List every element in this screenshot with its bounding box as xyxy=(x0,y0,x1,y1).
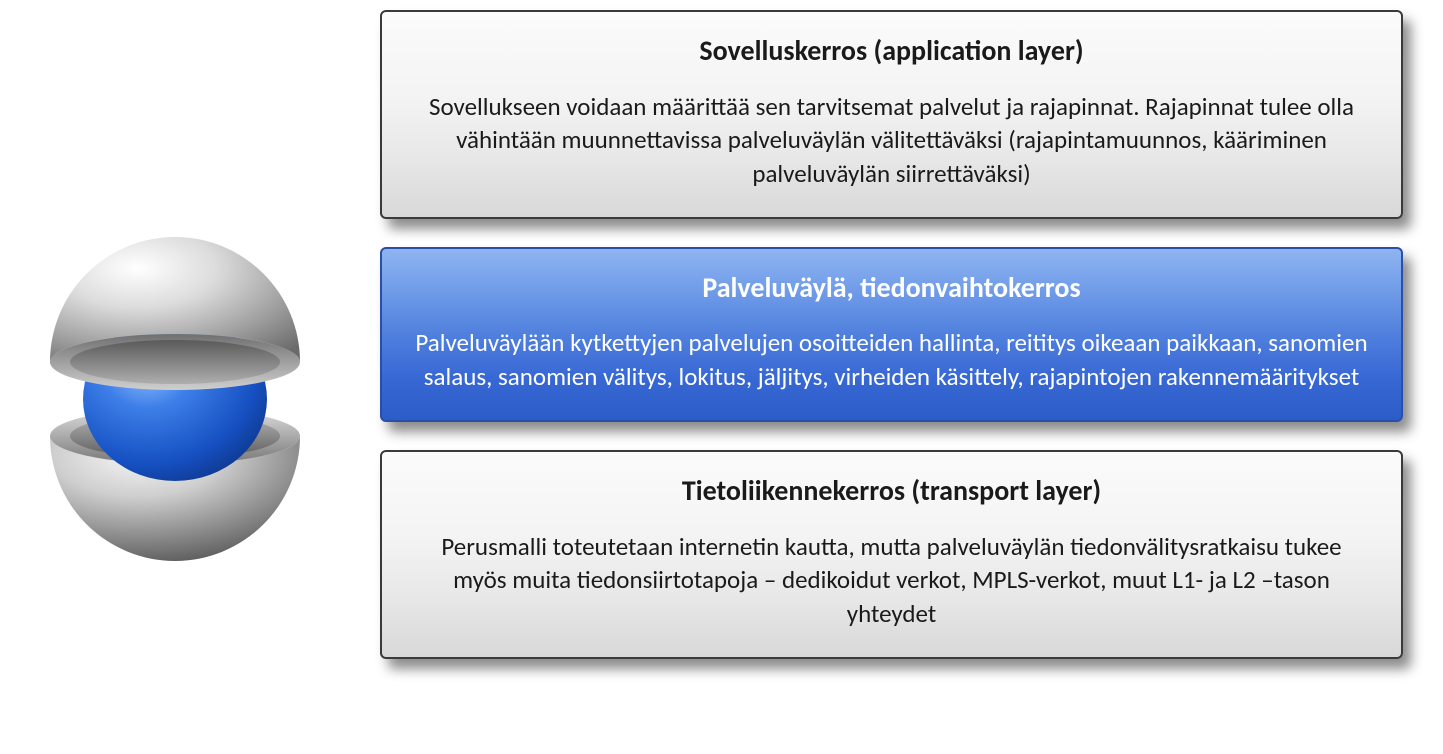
top-shell-icon xyxy=(50,237,300,390)
application-layer-card: Sovelluskerros (application layer) Sovel… xyxy=(380,10,1403,219)
transport-layer-card: Tietoliikennekerros (transport layer) Pe… xyxy=(380,450,1403,659)
card-title: Sovelluskerros (application layer) xyxy=(412,34,1371,68)
card-body: Perusmalli toteutetaan internetin kautta… xyxy=(412,530,1371,631)
layer-cards: Sovelluskerros (application layer) Sovel… xyxy=(380,10,1403,659)
service-bus-layer-card: Palveluväylä, tiedonvaihtokerros Palvelu… xyxy=(380,247,1403,422)
card-title: Tietoliikennekerros (transport layer) xyxy=(412,474,1371,508)
card-body: Sovellukseen voidaan määrittää sen tarvi… xyxy=(412,90,1371,191)
card-body: Palveluväylään kytkettyjen palvelujen os… xyxy=(412,326,1371,394)
card-title: Palveluväylä, tiedonvaihtokerros xyxy=(412,271,1371,305)
diagram-root: Sovelluskerros (application layer) Sovel… xyxy=(0,0,1443,669)
layered-sphere-illustration xyxy=(30,214,320,594)
